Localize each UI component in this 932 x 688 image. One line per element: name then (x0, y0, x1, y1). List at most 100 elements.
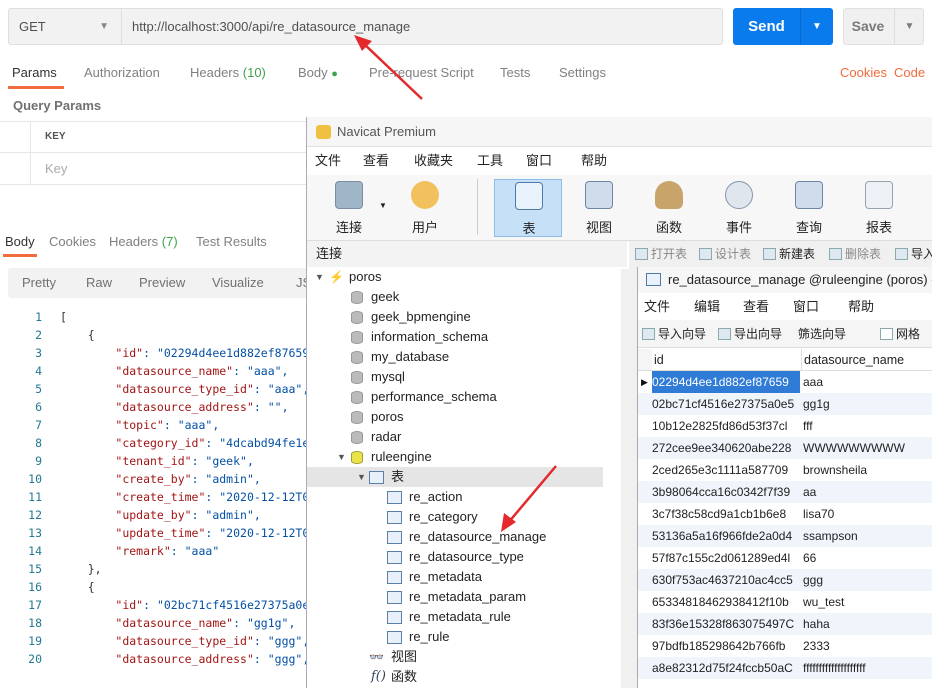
tree-item[interactable]: poros (307, 407, 603, 427)
response-tab-cookies[interactable]: Cookies (49, 234, 96, 249)
tree-item[interactable]: re_rule (307, 627, 603, 647)
menu-view[interactable]: 查看 (363, 147, 389, 175)
column-header-datasource-name[interactable]: datasource_name (802, 349, 932, 371)
url-input[interactable]: http://localhost:3000/api/re_datasource_… (122, 8, 723, 45)
table-row[interactable]: 57f87c155c2d061289ed4l 66 (638, 547, 932, 569)
tab-settings[interactable]: Settings (559, 65, 606, 80)
cell-id[interactable]: 10b12e2825fd86d53f37cl (652, 415, 800, 437)
table-row[interactable]: 65334818462938412f10b wu_test (638, 591, 932, 613)
table-menu-window[interactable]: 窗口 (793, 294, 819, 320)
cell-datasource-name[interactable]: wu_test (803, 591, 844, 613)
toolbar-view-button[interactable]: 视图 (565, 179, 633, 237)
tab-pre-request-script[interactable]: Pre-request Script (369, 65, 474, 80)
toolbar-report-button[interactable]: 报表 (845, 179, 913, 237)
cell-id[interactable]: 3c7f38c58cd9a1cb1b6e8 (652, 503, 800, 525)
cell-datasource-name[interactable]: ffffffffffffffffffff (803, 657, 866, 679)
cell-id[interactable]: 53136a5a16f966fde2a0d4 (652, 525, 800, 547)
table-row[interactable]: 630f753ac4637210ac4cc5 ggg (638, 569, 932, 591)
menu-file[interactable]: 文件 (315, 147, 341, 175)
toolbar-function-button[interactable]: 函数 (635, 179, 703, 237)
response-body-code[interactable]: 1[2 {3 "id": "02294d4ee1d882ef87659d0 4 "… (0, 308, 323, 688)
cell-id[interactable]: 83f36e15328f863075497C (652, 613, 800, 635)
toolbar-table-button[interactable]: 表 (494, 179, 562, 237)
tree-item[interactable]: re_category (307, 507, 603, 527)
cell-datasource-name[interactable]: ggg (803, 569, 823, 591)
tree-item[interactable]: geek_bpmengine (307, 307, 603, 327)
cell-datasource-name[interactable]: WWWWWWWWW (803, 437, 905, 459)
format-raw[interactable]: Raw (86, 275, 112, 290)
filter-wizard-button[interactable]: ▽ 筛选向导 (798, 320, 846, 348)
cell-id[interactable]: 2ced265e3c1111a587709 (652, 459, 800, 481)
table-row[interactable]: 02bc71cf4516e27375a0e5 gg1g (638, 393, 932, 415)
expand-chevron-icon[interactable]: ▼ (337, 447, 346, 467)
format-visualize[interactable]: Visualize (212, 275, 264, 290)
column-header-id[interactable]: id (652, 349, 802, 371)
cell-datasource-name[interactable]: 66 (803, 547, 816, 569)
cell-id[interactable]: 65334818462938412f10b (652, 591, 800, 613)
cell-id[interactable]: 3b98064cca16c0342f7f39 (652, 481, 800, 503)
tree-item[interactable]: mysql (307, 367, 603, 387)
data-grid[interactable]: id datasource_name ▶ 02294d4ee1d882ef8765… (638, 349, 932, 688)
expand-chevron-icon[interactable]: ▼ (315, 267, 324, 287)
cell-datasource-name[interactable]: ssampson (803, 525, 858, 547)
send-dropdown-icon[interactable]: ▼ (800, 8, 833, 45)
table-row[interactable]: 97bdfb185298642b766fb 2333 (638, 635, 932, 657)
cell-datasource-name[interactable]: aaa (803, 371, 823, 393)
table-row[interactable]: 272cee9ee340620abe228 WWWWWWWWW (638, 437, 932, 459)
tree-item[interactable]: ▼ 表 (307, 467, 603, 487)
table-row[interactable]: 3b98064cca16c0342f7f39 aa (638, 481, 932, 503)
tab-authorization[interactable]: Authorization (84, 65, 160, 80)
response-tab-test-results[interactable]: Test Results (196, 234, 267, 249)
menu-help[interactable]: 帮助 (581, 147, 607, 175)
table-row[interactable]: a8e82312d75f24fccb50aC ffffffffffffffffff… (638, 657, 932, 679)
toolbar-connection-button[interactable]: 连接 ▼ (315, 179, 387, 237)
tab-params[interactable]: Params (12, 65, 57, 80)
menu-window[interactable]: 窗口 (526, 147, 552, 175)
tab-body[interactable]: Body ● (298, 65, 338, 80)
table-menu-help[interactable]: 帮助 (848, 294, 874, 320)
cell-datasource-name[interactable]: lisa70 (803, 503, 834, 525)
tree-item[interactable]: f() 函数 (307, 667, 603, 687)
send-button[interactable]: Send ▼ (733, 8, 833, 45)
table-menu-edit[interactable]: 编辑 (694, 294, 720, 320)
table-row[interactable]: 2ced265e3c1111a587709 brownsheila (638, 459, 932, 481)
tree-item[interactable]: my_database (307, 347, 603, 367)
import-wizard-button[interactable]: 导入向导 (642, 320, 706, 348)
cell-datasource-name[interactable]: haha (803, 613, 830, 635)
table-menu-view[interactable]: 查看 (743, 294, 769, 320)
toolbar-event-button[interactable]: 事件 (705, 179, 773, 237)
expand-chevron-icon[interactable]: ▼ (357, 467, 366, 487)
cookies-link[interactable]: Cookies (840, 65, 887, 80)
key-input[interactable]: Key (45, 161, 67, 176)
tree-item[interactable]: ▼ ruleengine (307, 447, 603, 467)
export-wizard-button[interactable]: 导出向导 (718, 320, 782, 348)
tree-item[interactable]: performance_schema (307, 387, 603, 407)
tree-item[interactable]: information_schema (307, 327, 603, 347)
format-preview[interactable]: Preview (139, 275, 185, 290)
tree-item[interactable]: re_metadata_rule (307, 607, 603, 627)
cell-id[interactable]: 97bdfb185298642b766fb (652, 635, 800, 657)
table-row[interactable]: ▶ 02294d4ee1d882ef87659 aaa (638, 371, 932, 393)
tree-scrollbar[interactable] (621, 269, 629, 688)
format-pretty[interactable]: Pretty (22, 275, 56, 290)
table-row[interactable]: 83f36e15328f863075497C haha (638, 613, 932, 635)
tab-tests[interactable]: Tests (500, 65, 530, 80)
table-row[interactable]: 3c7f38c58cd9a1cb1b6e8 lisa70 (638, 503, 932, 525)
tree-item[interactable]: re_metadata_param (307, 587, 603, 607)
cell-datasource-name[interactable]: gg1g (803, 393, 830, 415)
tree-item[interactable]: re_metadata (307, 567, 603, 587)
response-tab-headers[interactable]: Headers (7) (109, 234, 178, 249)
toolbar-user-button[interactable]: 用户 (391, 179, 459, 237)
table-menu-file[interactable]: 文件 (644, 294, 670, 320)
tree-item[interactable]: re_datasource_manage (307, 527, 603, 547)
open-table-button[interactable]: 打开表 (635, 241, 687, 267)
tree-item[interactable]: re_action (307, 487, 603, 507)
method-select[interactable]: GET ▼ (8, 8, 122, 45)
cell-id[interactable]: 630f753ac4637210ac4cc5 (652, 569, 800, 591)
delete-table-button[interactable]: 删除表 (829, 241, 881, 267)
cell-id[interactable]: a8e82312d75f24fccb50aC (652, 657, 800, 679)
save-dropdown-icon[interactable]: ▼ (894, 9, 924, 44)
grid-view-button[interactable]: 网格 (880, 320, 920, 348)
table-row[interactable]: 53136a5a16f966fde2a0d4 ssampson (638, 525, 932, 547)
new-table-button[interactable]: 新建表 (763, 241, 815, 267)
